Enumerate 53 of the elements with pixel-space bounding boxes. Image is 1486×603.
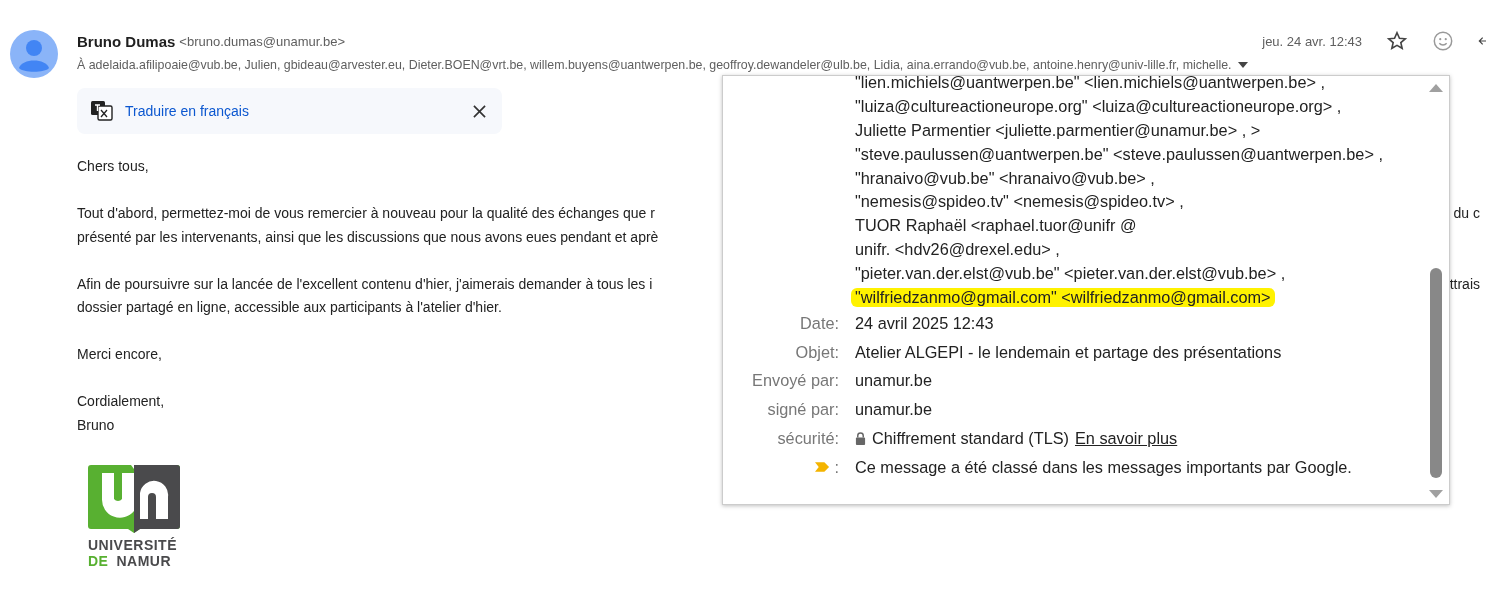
logo-text: NAMUR [116, 553, 172, 569]
recipients-line: À adelaida.afilipoaie@vub.be, Julien, gbideau@arvester.eu, Dieter.BOEN@vrt.be, willem.buyens@uantwerpen.be, geoffroy.dewandeler@ulb.be, Lidia, aina.errando@vub.be, antoine.henry@univ-lille.fr, michelle. [77, 58, 1232, 72]
field-label: Envoyé par: [752, 371, 839, 391]
avatar-icon [10, 30, 58, 78]
body-text: présenté par les intervenants, ainsi que les discussions que nous avons eues pendant et aprè [77, 227, 659, 247]
sender-email: <bruno.dumas@unamur.be> [179, 33, 346, 49]
dropdown-caret-icon[interactable] [1237, 62, 1248, 68]
recipient-address: TUOR Raphaël <raphael.tuor@unifr @ [855, 216, 1137, 236]
close-icon[interactable] [473, 104, 486, 118]
importance-marker-icon [815, 462, 831, 473]
learn-more-link[interactable]: En savoir plus [1074, 429, 1178, 449]
recipient-address: unifr. <hdv26@drexel.edu> , [855, 239, 1060, 259]
body-text: Cordialement, [77, 392, 165, 411]
body-text: Tout d'abord, permettez-moi de vous remercier à nouveau pour la qualité des échanges que r [77, 204, 655, 223]
body-text: Afin de poursuivre sur la lancée de l'excellent contenu d'hier, j'aimerais demander à tous les i [77, 274, 653, 294]
field-value: Chiffrement standard (TLS) [872, 429, 1069, 449]
field-label: sécurité: [777, 429, 839, 449]
field-value: 24 avril 2025 12:43 [855, 313, 994, 333]
scrollbar-thumb[interactable] [1430, 268, 1442, 478]
body-text: dossier partagé en ligne, accessible aux participants à l'atelier d'hier. [77, 298, 502, 317]
emoji-icon[interactable] [1432, 30, 1454, 52]
field-value: unamur.be [855, 400, 932, 420]
recipient-address: "steve.paulussen@uantwerpen.be" <steve.paulussen@uantwerpen.be> , [855, 144, 1383, 164]
field-label: Date: [800, 313, 839, 333]
field-label: : [834, 457, 839, 477]
field-label: signé par: [767, 400, 839, 420]
message-date: jeu. 24 avr. 12:43 [1262, 33, 1362, 49]
recipient-address: "luiza@cultureactioneurope.org" <luiza@cultureactioneurope.org> , [855, 97, 1342, 117]
body-text: Bruno [77, 415, 115, 435]
university-logo-icon [88, 465, 180, 533]
body-text: Chers tous, [77, 157, 149, 176]
recipient-address: "wilfriedzanmo@gmail.com" <wilfriedzanmo@gmail.com> [851, 287, 1275, 307]
field-value: unamur.be [855, 371, 932, 391]
field-label: Objet: [795, 342, 839, 362]
recipient-address: "lien.michiels@uantwerpen.be" <lien.michiels@uantwerpen.be> , [855, 76, 1325, 93]
star-icon[interactable] [1386, 30, 1408, 52]
recipient-address: "hranaivo@vub.be" <hranaivo@vub.be> , [855, 168, 1155, 188]
scroll-down-icon[interactable] [1429, 490, 1443, 498]
scroll-up-icon[interactable] [1429, 84, 1443, 92]
lock-icon [855, 432, 866, 446]
logo-text: UNIVERSITÉ [88, 537, 177, 553]
body-text: du c [1453, 204, 1480, 223]
sender-name: Bruno Dumas [77, 32, 176, 50]
translate-link[interactable]: Traduire en français [125, 103, 249, 119]
field-value: Ce message a été classé dans les messages importants par Google. [855, 457, 1352, 477]
recipient-address: "pieter.van.der.elst@vub.be" <pieter.van.der.elst@vub.be> , [855, 263, 1286, 283]
logo-text: DE [88, 553, 109, 569]
body-text: Merci encore, [77, 345, 162, 364]
recipient-address: "nemesis@spideo.tv" <nemesis@spideo.tv> , [855, 192, 1184, 212]
translate-icon [91, 101, 113, 121]
field-value: Atelier ALGEPI - le lendemain et partage des présentations [855, 342, 1282, 362]
body-text: ttrais [1449, 274, 1480, 294]
recipient-address: Juliette Parmentier <juliette.parmentier@unamur.be> , > [855, 121, 1261, 140]
